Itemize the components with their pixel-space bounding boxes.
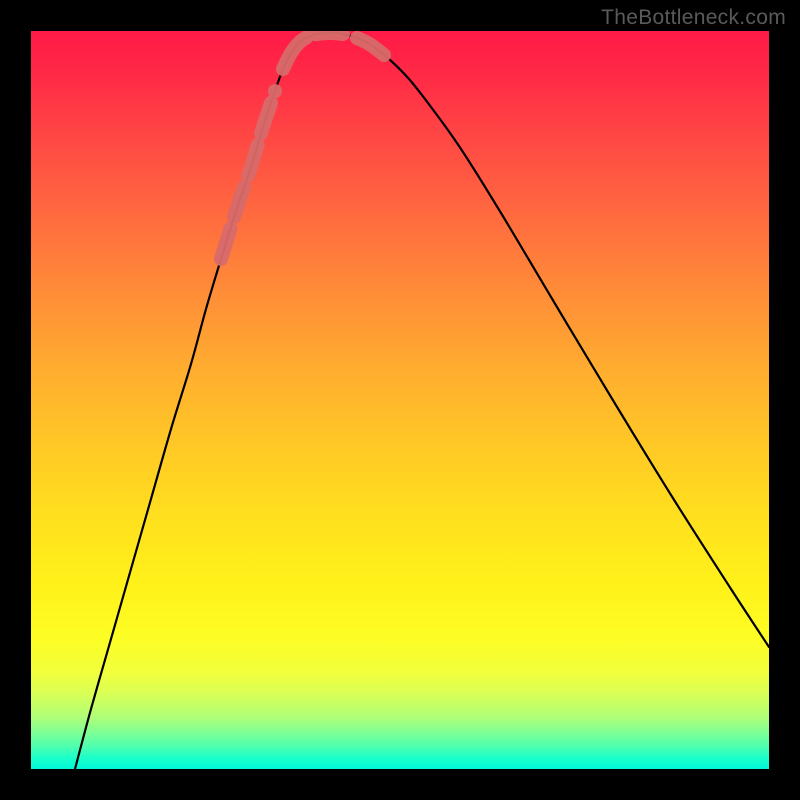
highlight-dots-left	[221, 91, 275, 259]
curve-svg	[31, 31, 769, 769]
bottleneck-curve	[75, 33, 769, 769]
highlight-dots-bottom	[283, 33, 343, 69]
watermark-text: TheBottleneck.com	[601, 6, 786, 30]
plot-area	[31, 31, 769, 769]
chart-frame: TheBottleneck.com	[0, 0, 800, 800]
highlight-dots-right	[357, 38, 389, 59]
